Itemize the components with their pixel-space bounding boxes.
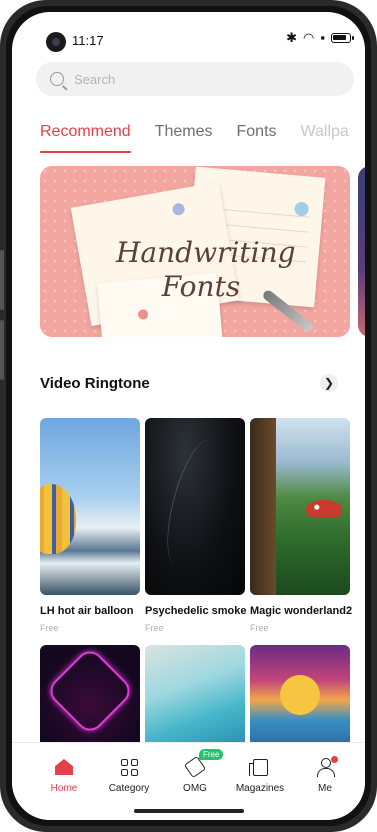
nav-label: Home (50, 783, 78, 794)
phone-frame: 11:17 ✱ ◠ ▪ Search Recommend Themes Font… (0, 0, 377, 832)
flower-icon (171, 202, 186, 217)
neon-frame-image (44, 645, 136, 737)
card-price: Free (250, 623, 269, 633)
nav-magazines[interactable]: Magazines (230, 755, 290, 794)
card-title: Magic wonderland2 (250, 605, 353, 617)
card-title: LH hot air balloon (40, 605, 134, 617)
ringtone-thumbnail (40, 645, 140, 745)
status-time: 11:17 (72, 33, 104, 48)
sim-icon: ▪ (320, 30, 325, 45)
next-banner-peek[interactable] (358, 166, 365, 337)
status-bar: 11:17 ✱ ◠ ▪ (12, 12, 365, 64)
power-button (0, 320, 4, 380)
nav-home[interactable]: Home (34, 755, 94, 794)
search-placeholder: Search (74, 71, 116, 87)
nav-label: Magazines (235, 783, 285, 794)
tab-themes[interactable]: Themes (155, 123, 213, 141)
tab-fonts[interactable]: Fonts (237, 123, 277, 141)
nav-label: OMG (183, 783, 207, 794)
app-screen: 11:17 ✱ ◠ ▪ Search Recommend Themes Font… (12, 12, 365, 820)
nav-label: Category (108, 783, 150, 794)
nav-category[interactable]: Category (99, 755, 159, 794)
wifi-icon: ◠ (303, 30, 315, 45)
magazines-icon (248, 758, 268, 776)
status-icons: ✱ ◠ ▪ (286, 30, 354, 45)
flower-icon (294, 201, 310, 217)
card-title: Psychedelic smoke (145, 605, 247, 617)
ringtone-card[interactable]: Psychedelic smoke Free (145, 418, 247, 633)
smoke-image (156, 435, 230, 571)
nav-me[interactable]: Me (295, 755, 355, 794)
ringtone-card[interactable] (250, 645, 350, 745)
bluetooth-icon: ✱ (286, 30, 298, 45)
tree-image (250, 418, 276, 595)
promo-banner[interactable]: Handwriting Fonts (40, 166, 350, 337)
ringtone-card[interactable]: LH hot air balloon Free (40, 418, 140, 633)
flower-icon (137, 309, 149, 320)
tab-wallpapers[interactable]: Wallpa (301, 123, 349, 141)
home-icon (55, 759, 73, 775)
volume-button (0, 250, 4, 310)
battery-icon (331, 33, 354, 43)
nav-omg[interactable]: Free OMG (165, 749, 225, 794)
nav-label: Me (318, 783, 332, 794)
section-title: Video Ringtone (40, 375, 150, 392)
hot-air-balloon-image (40, 484, 76, 554)
grid-icon (120, 758, 138, 776)
home-indicator[interactable] (134, 809, 244, 813)
ringtone-thumbnail (145, 418, 245, 595)
sunset-image (280, 675, 320, 715)
search-icon (50, 72, 64, 86)
ringtone-card[interactable] (145, 645, 245, 745)
banner-title: Handwriting Fonts (116, 236, 296, 303)
ringtone-thumbnail (145, 645, 245, 745)
ringtone-thumbnail (40, 418, 140, 595)
ringtone-card[interactable]: Magic wonderland2 Free (250, 418, 353, 633)
category-tabs: Recommend Themes Fonts Wallpa (40, 123, 349, 153)
search-input[interactable]: Search (36, 62, 354, 96)
tab-recommend[interactable]: Recommend (40, 123, 131, 153)
ringtone-card[interactable] (40, 645, 140, 745)
card-price: Free (40, 623, 59, 633)
ringtone-thumbnail (250, 645, 350, 745)
mushroom-image (306, 500, 342, 518)
card-price: Free (145, 623, 164, 633)
chevron-right-icon[interactable]: ❯ (320, 374, 338, 392)
front-camera-icon (46, 32, 66, 52)
ringtone-thumbnail (250, 418, 350, 595)
notification-dot (331, 756, 338, 763)
free-badge: Free (199, 749, 224, 760)
